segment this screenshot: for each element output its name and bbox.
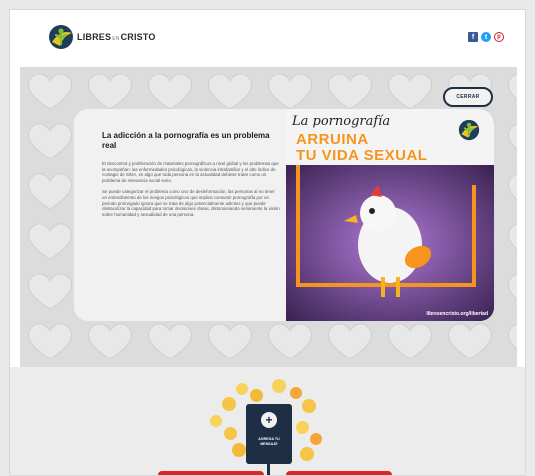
emoji-icon [300, 447, 314, 461]
emoji-icon [272, 379, 286, 393]
plus-icon: + [261, 412, 277, 428]
article-card: La adicción a la pornografía es un probl… [74, 109, 494, 321]
campaign-poster: La pornografía ARRUINA TU VIDA SEXUAL li… [286, 109, 494, 321]
emoji-icon [250, 389, 263, 402]
close-button[interactable]: CERRAR [443, 87, 493, 107]
emoji-icon [296, 421, 309, 434]
add-message-label: AGREGA TU MENSAJE [258, 437, 280, 446]
article-text: La adicción a la pornografía es un probl… [102, 131, 280, 223]
add-message-button[interactable]: + AGREGA TU MENSAJE [246, 404, 292, 464]
add-message-stem [267, 464, 270, 475]
emoji-icon [290, 387, 302, 399]
facebook-icon[interactable]: f [468, 32, 478, 42]
message-card-right[interactable] [286, 471, 392, 475]
emoji-icon [222, 397, 236, 411]
messages-section: + AGREGA TU MENSAJE [10, 367, 525, 475]
poster-headline-2: TU VIDA SEXUAL [296, 147, 428, 164]
emoji-icon [310, 433, 322, 445]
poster-background [286, 165, 494, 321]
logo-text: LIBRESENCRISTO [77, 32, 156, 42]
poster-logo-icon [458, 119, 480, 141]
poster-url: libresencristo.org/libertad [426, 311, 488, 317]
emoji-icon [236, 383, 248, 395]
pinterest-icon[interactable]: p [494, 32, 504, 42]
article-title: La adicción a la pornografía es un probl… [102, 131, 270, 150]
message-card-left[interactable] [158, 471, 264, 475]
page-frame: LIBRESENCRISTO f t p CERRAR La adicción … [9, 9, 526, 476]
hero-section: CERRAR La adicción a la pornografía es u… [20, 67, 517, 367]
social-links: f t p [468, 32, 504, 42]
site-header: LIBRESENCRISTO f t p [10, 10, 525, 67]
emoji-icon [232, 443, 246, 457]
logo-icon [49, 25, 73, 49]
site-logo[interactable]: LIBRESENCRISTO [48, 24, 156, 50]
poster-script-text: La pornografía [292, 114, 391, 129]
emoji-icon [210, 415, 222, 427]
emoji-icon [302, 399, 316, 413]
article-paragraph-2: Se puede categorizar el problema como un… [102, 189, 280, 217]
article-paragraph-1: El descontrol y proliferación de materia… [102, 161, 279, 183]
twitter-icon[interactable]: t [481, 32, 491, 42]
poster-headline-1: ARRUINA [296, 131, 369, 148]
emoji-icon [224, 427, 237, 440]
